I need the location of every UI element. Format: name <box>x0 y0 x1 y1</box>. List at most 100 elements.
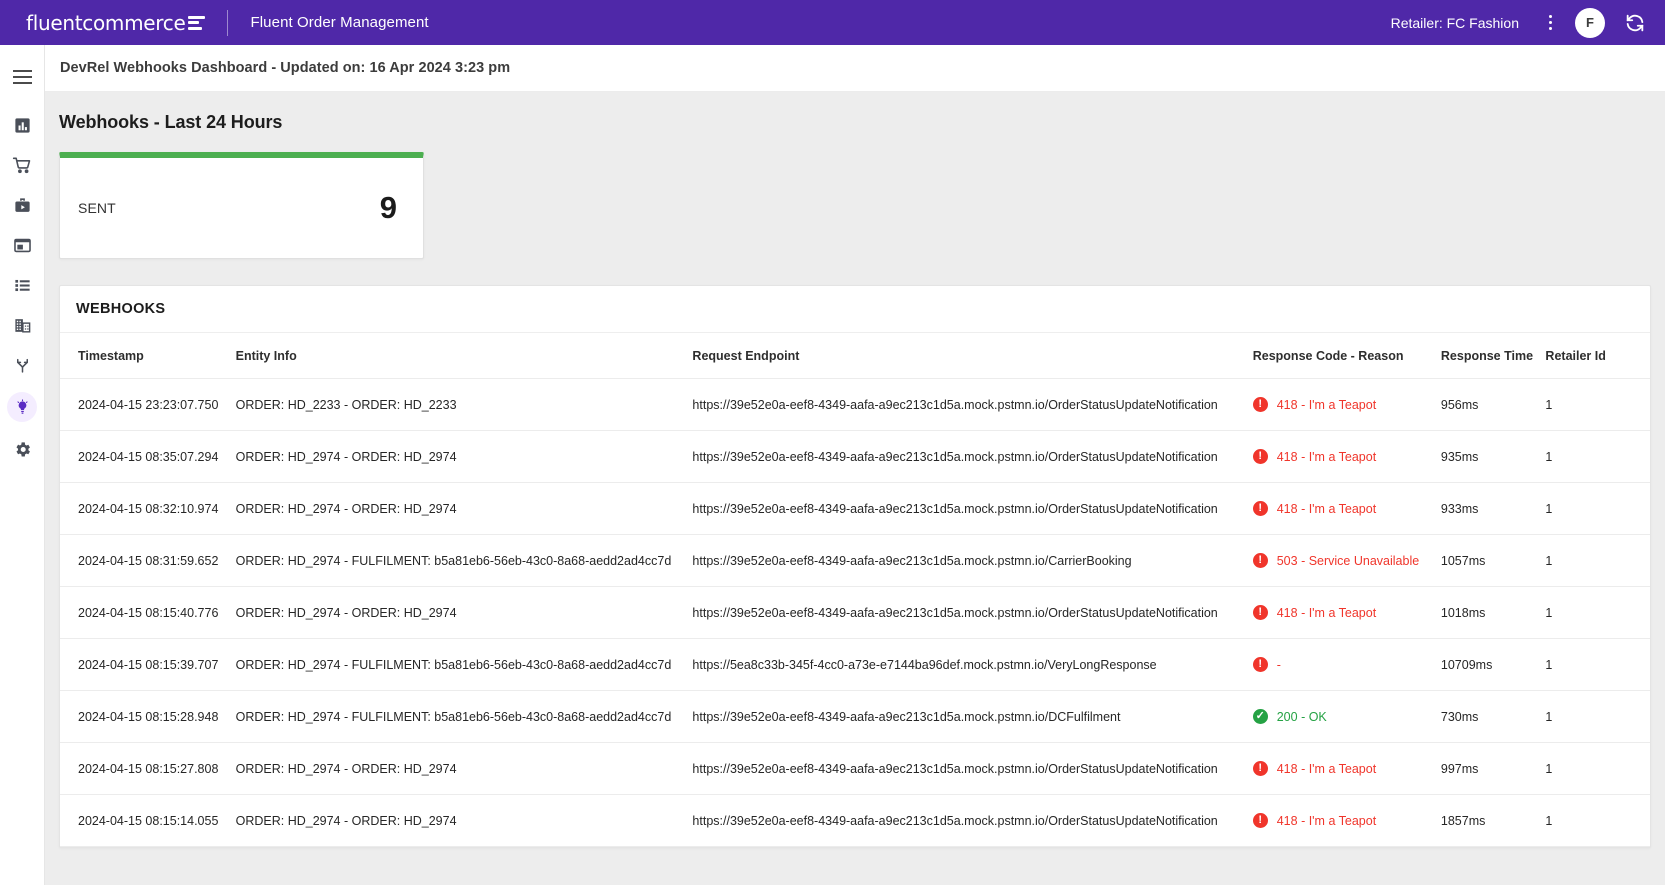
cell-endpoint: https://5ea8c33b-345f-4cc0-a73e-e7144ba9… <box>692 639 1252 691</box>
cell-response-time: 1857ms <box>1441 795 1546 847</box>
retailer-label: Retailer: FC Fashion <box>1391 15 1519 31</box>
cell-retailer-id: 1 <box>1545 587 1650 639</box>
table-row[interactable]: 2024-04-15 08:15:40.776ORDER: HD_2974 - … <box>60 587 1650 639</box>
avatar[interactable]: F <box>1575 8 1605 38</box>
sidebar-item-lists[interactable] <box>5 272 39 298</box>
brand-logo[interactable]: fluentcommerce <box>26 11 205 35</box>
status-badge: 200 - OK <box>1277 710 1327 724</box>
column-header-entity-info[interactable]: Entity Info <box>236 333 693 379</box>
list-icon <box>13 276 32 295</box>
cell-response-time: 956ms <box>1441 379 1546 431</box>
table-row[interactable]: 2024-04-15 08:15:39.707ORDER: HD_2974 - … <box>60 639 1650 691</box>
error-exclamation-icon: ! <box>1253 449 1268 464</box>
sidebar-item-orders[interactable] <box>5 152 39 178</box>
kpi-card-sent[interactable]: SENT 9 <box>59 152 424 259</box>
sidebar-item-jobs[interactable] <box>5 192 39 218</box>
refresh-icon[interactable] <box>1623 11 1647 35</box>
cell-response-time: 933ms <box>1441 483 1546 535</box>
status-badge: 418 - I'm a Teapot <box>1277 398 1376 412</box>
cell-endpoint: https://39e52e0a-eef8-4349-aafa-a9ec213c… <box>692 379 1252 431</box>
table-row[interactable]: 2024-04-15 08:35:07.294ORDER: HD_2974 - … <box>60 431 1650 483</box>
webhooks-panel: WEBHOOKS Timestamp Entity Info Request E… <box>59 285 1651 848</box>
cell-retailer-id: 1 <box>1545 639 1650 691</box>
cell-timestamp: 2024-04-15 08:15:40.776 <box>60 587 236 639</box>
cell-entity-info: ORDER: HD_2974 - FULFILMENT: b5a81eb6-56… <box>236 639 693 691</box>
cell-timestamp: 2024-04-15 08:31:59.652 <box>60 535 236 587</box>
cell-retailer-id: 1 <box>1545 483 1650 535</box>
kpi-label: SENT <box>78 200 116 216</box>
column-header-response-code[interactable]: Response Code - Reason <box>1253 333 1441 379</box>
cell-response-time: 10709ms <box>1441 639 1546 691</box>
cell-response-code: !503 - Service Unavailable <box>1253 535 1441 587</box>
status-badge: 418 - I'm a Teapot <box>1277 814 1376 828</box>
building-icon <box>13 316 32 335</box>
column-header-request-endpoint[interactable]: Request Endpoint <box>692 333 1252 379</box>
main-content: Webhooks - Last 24 Hours SENT 9 WEBHOOKS… <box>45 92 1665 885</box>
page-subheader: DevRel Webhooks Dashboard - Updated on: … <box>0 45 1665 92</box>
status-badge: - <box>1277 658 1281 672</box>
top-app-bar: fluentcommerce Fluent Order Management R… <box>0 0 1665 45</box>
cell-response-code: ! 418 - I'm a Teapot <box>1253 743 1441 795</box>
bar-chart-icon <box>13 116 32 135</box>
cell-endpoint: https://39e52e0a-eef8-4349-aafa-a9ec213c… <box>692 431 1252 483</box>
cell-endpoint: https://39e52e0a-eef8-4349-aafa-a9ec213c… <box>692 795 1252 847</box>
table-row[interactable]: 2024-04-15 08:15:27.808ORDER: HD_2974 - … <box>60 743 1650 795</box>
success-check-icon: ✓ <box>1253 709 1268 724</box>
cell-endpoint: https://39e52e0a-eef8-4349-aafa-a9ec213c… <box>692 535 1252 587</box>
cell-response-code: !- <box>1253 639 1441 691</box>
topbar-divider <box>227 10 228 36</box>
cell-entity-info: ORDER: HD_2233 - ORDER: HD_2233 <box>236 379 693 431</box>
status-badge: 418 - I'm a Teapot <box>1277 502 1376 516</box>
column-header-timestamp[interactable]: Timestamp <box>60 333 236 379</box>
cell-endpoint: https://39e52e0a-eef8-4349-aafa-a9ec213c… <box>692 743 1252 795</box>
more-vertical-icon[interactable] <box>1535 8 1565 38</box>
window-panel-icon <box>13 236 32 255</box>
status-badge: 418 - I'm a Teapot <box>1277 762 1376 776</box>
error-exclamation-icon: ! <box>1253 553 1268 568</box>
branch-arrows-icon <box>13 356 32 375</box>
status-badge: 418 - I'm a Teapot <box>1277 450 1376 464</box>
cell-endpoint: https://39e52e0a-eef8-4349-aafa-a9ec213c… <box>692 691 1252 743</box>
table-row[interactable]: 2024-04-15 23:23:07.750ORDER: HD_2233 - … <box>60 379 1650 431</box>
cell-response-code: ! 418 - I'm a Teapot <box>1253 431 1441 483</box>
brand-logo-text: fluentcommerce <box>26 11 185 35</box>
cell-response-time: 730ms <box>1441 691 1546 743</box>
section-title: Webhooks - Last 24 Hours <box>59 112 1665 133</box>
hamburger-menu-icon[interactable] <box>5 60 39 94</box>
cell-retailer-id: 1 <box>1545 743 1650 795</box>
lightbulb-icon <box>14 399 31 416</box>
cell-response-time: 997ms <box>1441 743 1546 795</box>
sidebar-item-locations[interactable] <box>5 312 39 338</box>
cell-endpoint: https://39e52e0a-eef8-4349-aafa-a9ec213c… <box>692 483 1252 535</box>
table-row[interactable]: 2024-04-15 08:31:59.652ORDER: HD_2974 - … <box>60 535 1650 587</box>
table-row[interactable]: 2024-04-15 08:15:28.948ORDER: HD_2974 - … <box>60 691 1650 743</box>
sidebar-item-workflows[interactable] <box>5 352 39 378</box>
cell-entity-info: ORDER: HD_2974 - ORDER: HD_2974 <box>236 743 693 795</box>
table-row[interactable]: 2024-04-15 08:15:14.055ORDER: HD_2974 - … <box>60 795 1650 847</box>
cell-timestamp: 2024-04-15 08:15:27.808 <box>60 743 236 795</box>
column-header-retailer-id[interactable]: Retailer Id <box>1545 333 1650 379</box>
table-header-row: Timestamp Entity Info Request Endpoint R… <box>60 333 1650 379</box>
cell-retailer-id: 1 <box>1545 535 1650 587</box>
cell-response-code: !418 - I'm a Teapot <box>1253 483 1441 535</box>
cell-response-time: 1057ms <box>1441 535 1546 587</box>
cell-retailer-id: 1 <box>1545 795 1650 847</box>
cell-retailer-id: 1 <box>1545 691 1650 743</box>
sidebar-item-insights[interactable] <box>7 392 37 422</box>
cell-response-code: !418 - I'm a Teapot <box>1253 587 1441 639</box>
topbar-right-cluster: Retailer: FC Fashion F <box>1391 8 1647 38</box>
app-title: Fluent Order Management <box>250 14 428 31</box>
column-header-response-time[interactable]: Response Time <box>1441 333 1546 379</box>
cell-entity-info: ORDER: HD_2974 - ORDER: HD_2974 <box>236 483 693 535</box>
cell-timestamp: 2024-04-15 08:35:07.294 <box>60 431 236 483</box>
error-exclamation-icon: ! <box>1253 761 1268 776</box>
webhooks-table-body: 2024-04-15 23:23:07.750ORDER: HD_2233 - … <box>60 379 1650 847</box>
nav-icon-list <box>5 112 39 462</box>
table-row[interactable]: 2024-04-15 08:32:10.974ORDER: HD_2974 - … <box>60 483 1650 535</box>
sidebar-item-cards[interactable] <box>5 232 39 258</box>
cell-entity-info: ORDER: HD_2974 - FULFILMENT: b5a81eb6-56… <box>236 691 693 743</box>
sidebar-item-settings[interactable] <box>5 436 39 462</box>
cell-timestamp: 2024-04-15 08:15:14.055 <box>60 795 236 847</box>
cell-response-code: !418 - I'm a Teapot <box>1253 795 1441 847</box>
sidebar-item-reports[interactable] <box>5 112 39 138</box>
